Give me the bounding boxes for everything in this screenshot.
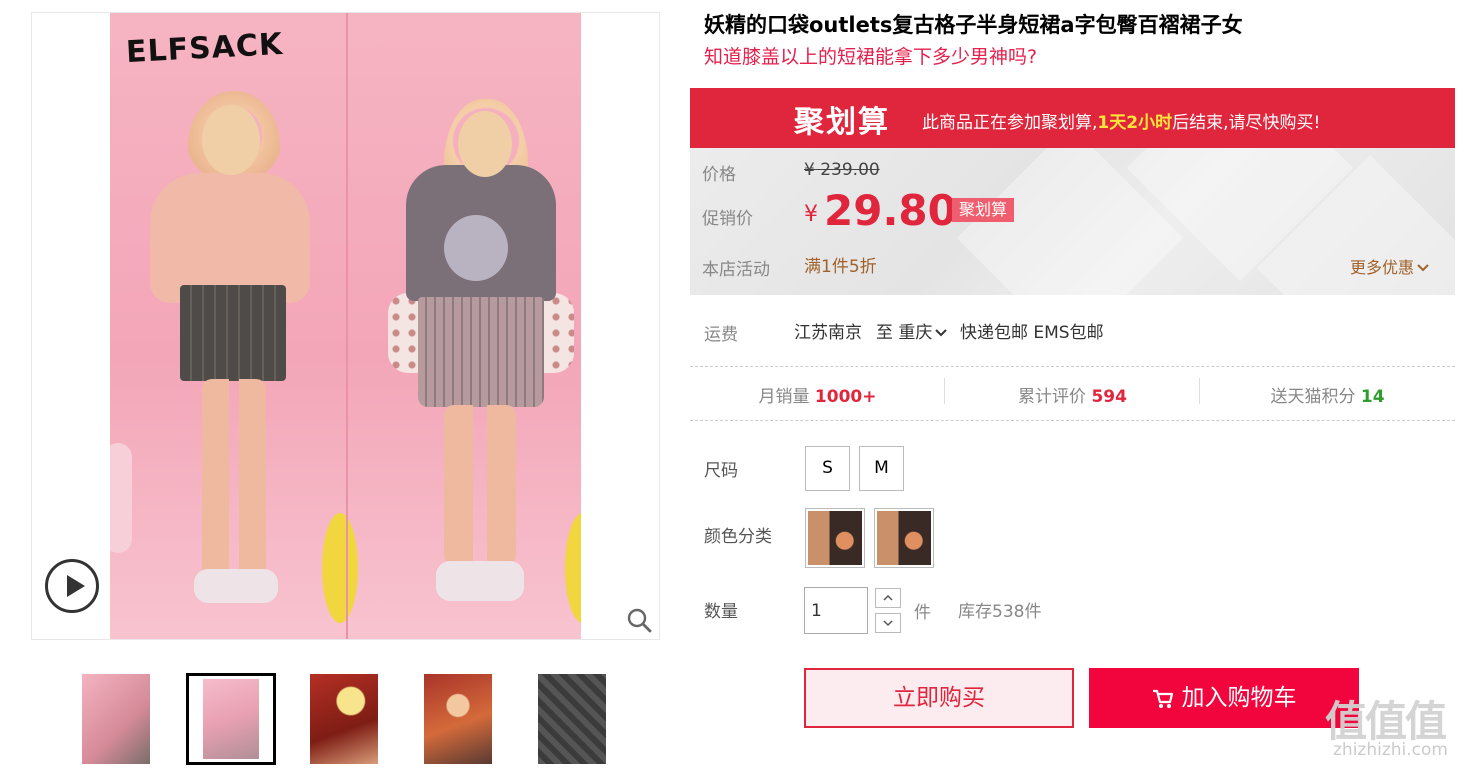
- juhuasuan-notice: 此商品正在参加聚划算,1天2小时后结束,请尽快购买!: [922, 108, 1320, 133]
- model-head: [458, 111, 512, 177]
- store-activity-label: 本店活动: [702, 260, 770, 280]
- notice-text: 此商品正在参加聚划算,: [922, 113, 1098, 133]
- ship-from: 江苏南京: [794, 323, 862, 343]
- divider: [690, 420, 1455, 421]
- thumbnail-image: [310, 674, 378, 764]
- juhuasuan-banner: 聚划算 此商品正在参加聚划算,1天2小时后结束,请尽快购买!: [690, 88, 1455, 148]
- model-sweater: [150, 173, 310, 303]
- monthly-sales: 月销量 1000+: [690, 382, 945, 407]
- more-deals-link[interactable]: 更多优惠: [1350, 254, 1430, 278]
- quantity-label: 数量: [704, 602, 738, 622]
- quantity-unit: 件: [914, 603, 931, 623]
- thumbnail[interactable]: [538, 674, 606, 764]
- chevron-down-icon: [883, 620, 893, 627]
- currency-symbol: ¥: [804, 202, 818, 227]
- ship-to-label: 至 重庆: [876, 323, 933, 343]
- site-watermark: 值值值 zhizhizhi.com: [1325, 688, 1470, 768]
- pleated-skirt: [418, 297, 544, 407]
- photo-divider: [346, 13, 348, 639]
- store-activity: 满1件5折: [804, 257, 877, 277]
- thumbnail-strip: [82, 672, 642, 766]
- quantity-input[interactable]: [804, 587, 868, 634]
- thumbnail-image: [203, 679, 259, 759]
- product-subtitle: 知道膝盖以上的短裙能拿下多少男神吗?: [704, 46, 1038, 68]
- total-reviews[interactable]: 累计评价 594: [945, 382, 1200, 407]
- play-video-icon[interactable]: [45, 559, 99, 613]
- watermark-site: zhizhizhi.com: [1333, 740, 1448, 760]
- thumbnail-image: [82, 674, 150, 764]
- brand-logo: ELFSACK: [125, 26, 285, 71]
- stat-label: 月销量: [758, 387, 810, 407]
- chevron-down-icon: [1417, 264, 1429, 272]
- decor-lamp: [322, 513, 358, 623]
- stat-value: 594: [1091, 387, 1127, 407]
- color-swatch-image: [808, 511, 862, 565]
- model-shoes: [194, 569, 278, 603]
- thumbnail-image: [424, 674, 492, 764]
- color-option[interactable]: [805, 508, 865, 568]
- countdown: 1天2小时: [1097, 113, 1173, 133]
- promo-price-label: 促销价: [702, 209, 753, 229]
- thumbnail[interactable]: [424, 674, 492, 764]
- decor-lamp: [110, 443, 132, 553]
- cart-icon: [1152, 689, 1173, 708]
- notice-text: 后结束,请尽快购买!: [1172, 113, 1321, 133]
- shipping-label: 运费: [704, 325, 738, 345]
- shipping-options: 快递包邮 EMS包邮: [960, 323, 1104, 343]
- thumbnail-selected[interactable]: [186, 673, 276, 765]
- add-to-cart-label: 加入购物车: [1181, 685, 1297, 711]
- stock-count: 库存538件: [958, 602, 1042, 622]
- chevron-up-icon: [883, 594, 893, 601]
- sales-stats: 月销量 1000+ 累计评价 594 送天猫积分 14: [690, 366, 1455, 420]
- color-option[interactable]: [874, 508, 934, 568]
- tshirt-print: [444, 215, 508, 281]
- tmall-points: 送天猫积分 14: [1200, 382, 1455, 407]
- size-option-s[interactable]: S: [805, 446, 850, 491]
- quantity-decrease-button[interactable]: [875, 613, 901, 633]
- thumbnail[interactable]: [82, 674, 150, 764]
- stat-value: 14: [1360, 387, 1385, 407]
- product-title: 妖精的口袋outlets复古格子半身短裙a字包臀百褶裙子女: [704, 13, 1243, 37]
- size-label: 尺码: [704, 461, 738, 481]
- juhuasuan-tag: 聚划算: [952, 198, 1015, 222]
- plaid-skirt: [180, 285, 286, 381]
- product-photo: ELFSACK: [110, 13, 581, 639]
- model-legs: [444, 405, 516, 565]
- add-to-cart-button[interactable]: 加入购物车: [1089, 668, 1359, 728]
- model-head: [202, 105, 260, 175]
- decor-lamp: [565, 513, 581, 623]
- stat-label: 累计评价: [1018, 387, 1087, 407]
- stat-value: 1000+: [814, 387, 877, 407]
- color-swatch-image: [877, 511, 931, 565]
- promo-price: 29.80: [824, 186, 957, 235]
- price-panel: 价格 ¥ 239.00 促销价 ¥ 29.80 聚划算 本店活动 满1件5折 更…: [690, 148, 1455, 295]
- more-deals-label: 更多优惠: [1350, 258, 1415, 277]
- model-legs: [202, 379, 266, 579]
- thumbnail[interactable]: [310, 674, 378, 764]
- ship-to-selector[interactable]: 至 重庆: [876, 318, 948, 343]
- size-option-m[interactable]: M: [859, 446, 904, 491]
- quantity-increase-button[interactable]: [875, 588, 901, 608]
- buy-now-button[interactable]: 立即购买: [804, 668, 1074, 728]
- product-page: ELFSACK 妖精的口袋outlets复古格子半身短裙a字包臀百褶裙子女 知道…: [0, 0, 1477, 773]
- stat-label: 送天猫积分: [1270, 387, 1356, 407]
- thumbnail-image: [538, 674, 606, 764]
- juhuasuan-logo: 聚划算: [794, 105, 890, 140]
- original-price: ¥ 239.00: [804, 160, 880, 180]
- color-label: 颜色分类: [704, 527, 772, 547]
- price-label: 价格: [702, 165, 736, 185]
- chevron-down-icon: [935, 329, 948, 337]
- model-shoes: [436, 561, 524, 601]
- main-product-image[interactable]: ELFSACK: [31, 12, 660, 640]
- zoom-search-icon[interactable]: [626, 607, 652, 633]
